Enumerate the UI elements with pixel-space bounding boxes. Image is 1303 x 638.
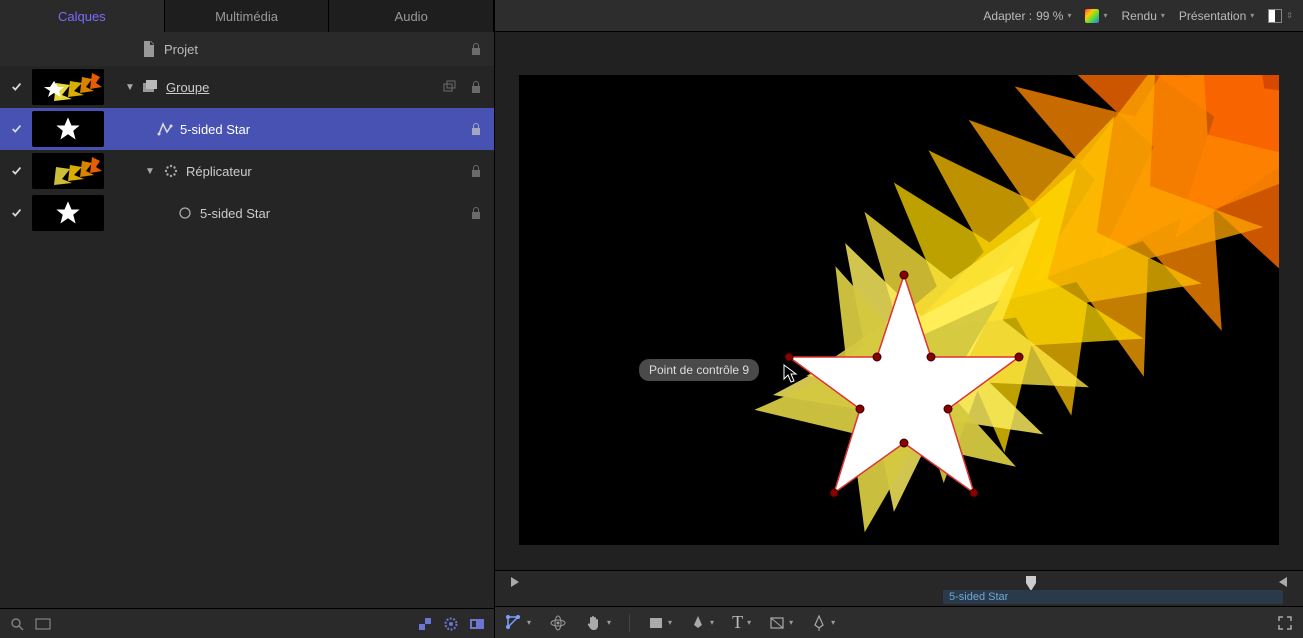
text-t-icon: T: [732, 612, 743, 633]
text-tool[interactable]: T ▾: [732, 612, 751, 633]
visibility-checkbox[interactable]: [8, 207, 26, 219]
layers-list: Projet ▼: [0, 32, 494, 608]
layer-row-replicator[interactable]: ▼ Réplicateur: [0, 150, 494, 192]
passthrough-icon[interactable]: [440, 77, 460, 97]
layer-thumbnail: [32, 153, 104, 189]
layer-thumbnail: [32, 69, 104, 105]
mini-timeline[interactable]: 5-sided Star: [495, 570, 1303, 606]
layer-label: 5-sided Star: [180, 122, 460, 137]
layer-label: 5-sided Star: [200, 206, 460, 221]
view-menu[interactable]: Présentation ▾: [1179, 9, 1254, 23]
main-area: Adapter : 99 % ▾ ▾ Rendu ▾ Présentation …: [495, 0, 1303, 638]
chevron-down-icon: ▾: [747, 618, 751, 627]
lock-icon[interactable]: [466, 39, 486, 59]
source-circle-icon: [176, 206, 194, 220]
document-icon: [140, 41, 158, 57]
lock-icon[interactable]: [466, 77, 486, 97]
shape-icon: [156, 122, 174, 136]
visibility-checkbox[interactable]: [8, 165, 26, 177]
chevron-down-icon: ▾: [1161, 11, 1165, 20]
color-channel-control[interactable]: ▾: [1085, 9, 1107, 23]
search-icon[interactable]: [8, 615, 26, 633]
chevron-down-icon: ▾: [668, 618, 672, 627]
layer-thumbnail: [32, 111, 104, 147]
chevron-down-icon: ▾: [607, 618, 611, 627]
fit-label: Adapter :: [983, 9, 1032, 23]
hand-tool[interactable]: ▾: [585, 614, 611, 632]
chevron-down-icon: ▾: [1250, 11, 1254, 20]
mask-tool[interactable]: ▾: [769, 616, 793, 630]
cursor-icon: [783, 364, 799, 384]
bezier-mask-tool[interactable]: ▾: [811, 615, 835, 631]
chevron-down-icon: ▾: [789, 618, 793, 627]
replicator-icon: [162, 163, 180, 179]
tab-audio[interactable]: Audio: [329, 0, 494, 32]
layer-row-shape-selected[interactable]: 5-sided Star: [0, 108, 494, 150]
lock-icon[interactable]: [466, 119, 486, 139]
canvas[interactable]: Point de contrôle 9: [519, 75, 1279, 545]
shape-tool[interactable]: ▾: [648, 616, 672, 630]
layer-label: Réplicateur: [186, 164, 460, 179]
color-swatch-icon: [1085, 9, 1099, 23]
layer-row-source[interactable]: 5-sided Star: [0, 192, 494, 234]
canvas-area: Point de contrôle 9: [495, 32, 1303, 570]
frame-icon[interactable]: [34, 615, 52, 633]
layer-row-group[interactable]: ▼ Groupe: [0, 66, 494, 108]
sidebar-footer: [0, 608, 494, 638]
tab-media[interactable]: Multimédia: [165, 0, 330, 32]
zoom-value: 99 %: [1036, 9, 1063, 23]
fit-zoom-control[interactable]: Adapter : 99 % ▾: [983, 9, 1071, 23]
chevron-down-icon: ▾: [1103, 11, 1107, 20]
disclosure-triangle[interactable]: ▼: [144, 166, 156, 177]
in-point-marker[interactable]: [509, 575, 521, 589]
pen-tool[interactable]: ▾: [690, 615, 714, 631]
control-point-tooltip: Point de contrôle 9: [639, 359, 759, 381]
filter-icon[interactable]: [468, 615, 486, 633]
sidebar-panel: Calques Multimédia Audio Projet: [0, 0, 495, 638]
behavior-gear-icon[interactable]: [442, 615, 460, 633]
viewport-layout-icon: [1268, 9, 1282, 23]
disclosure-triangle[interactable]: ▼: [124, 82, 136, 93]
chevron-down-icon: ▾: [710, 618, 714, 627]
chevron-down-icon: ▾: [1067, 11, 1071, 20]
out-point-marker[interactable]: [1277, 575, 1289, 589]
expand-icon[interactable]: [1277, 615, 1293, 631]
tab-layers[interactable]: Calques: [0, 0, 165, 32]
visibility-checkbox[interactable]: [8, 81, 26, 93]
visibility-checkbox[interactable]: [8, 123, 26, 135]
viewer-toolbar: Adapter : 99 % ▾ ▾ Rendu ▾ Présentation …: [495, 0, 1303, 32]
group-icon: [142, 80, 160, 94]
sidebar-tabs: Calques Multimédia Audio: [0, 0, 494, 32]
canvas-toolbar: ▾ ▾ ▾ ▾ T ▾ ▾ ▾: [495, 606, 1303, 638]
chevron-updown-icon: ⇳: [1286, 11, 1293, 20]
clip-name-label[interactable]: 5-sided Star: [943, 590, 1283, 604]
3d-transform-tool[interactable]: [549, 614, 567, 632]
transform-tool[interactable]: ▾: [505, 614, 531, 632]
viewport-layout-control[interactable]: ⇳: [1268, 9, 1293, 23]
layer-label: Groupe: [166, 80, 434, 95]
chevron-down-icon: ▾: [831, 618, 835, 627]
mask-icon[interactable]: [416, 615, 434, 633]
layer-label: Projet: [164, 42, 460, 57]
lock-icon[interactable]: [466, 161, 486, 181]
project-row[interactable]: Projet: [0, 32, 494, 66]
chevron-down-icon: ▾: [527, 618, 531, 627]
lock-icon[interactable]: [466, 203, 486, 223]
layer-thumbnail: [32, 195, 104, 231]
render-menu[interactable]: Rendu ▾: [1122, 9, 1165, 23]
